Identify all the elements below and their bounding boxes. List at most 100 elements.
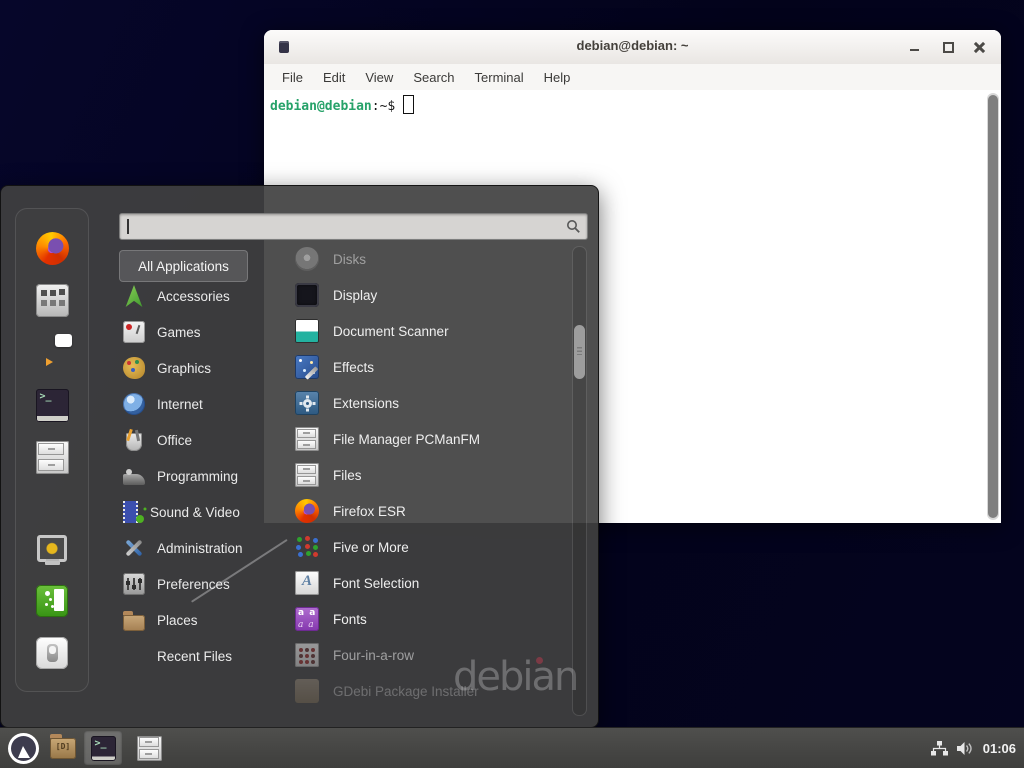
fourrow-icon	[295, 643, 319, 667]
category-label: Programming	[157, 469, 238, 484]
taskbar: 01:06	[0, 727, 1024, 768]
programming-icon	[123, 474, 145, 485]
terminal-menu-search[interactable]: Search	[403, 67, 464, 88]
category-games[interactable]: Games	[113, 314, 268, 350]
category-accessories[interactable]: Accessories	[113, 278, 268, 314]
app-gdebi-package-installer[interactable]: GDebi Package Installer	[289, 673, 567, 709]
terminal-menu-file[interactable]: File	[272, 67, 313, 88]
shutdown-icon	[36, 637, 68, 669]
app-display[interactable]: Display	[289, 277, 567, 313]
favorite-package-manager[interactable]	[34, 282, 70, 318]
favorites-sidebar	[15, 208, 89, 692]
volume-icon[interactable]	[957, 741, 974, 756]
category-label: Accessories	[157, 289, 230, 304]
app-five-or-more[interactable]: Five or More	[289, 529, 567, 565]
pidgin-icon	[36, 337, 69, 370]
app-disks[interactable]: Disks	[289, 241, 567, 277]
games-icon	[123, 321, 145, 343]
app-four-in-a-row[interactable]: Four-in-a-row	[289, 637, 567, 673]
terminal-scrollbar-thumb[interactable]	[988, 95, 998, 518]
menu-scrollbar[interactable]	[572, 246, 587, 716]
category-label: Sound & Video	[150, 505, 240, 520]
app-label: File Manager PCManFM	[333, 432, 480, 447]
minimize-button[interactable]	[904, 36, 926, 58]
shutdown-button[interactable]	[34, 635, 70, 671]
logout-button[interactable]	[34, 583, 70, 619]
lockmon-icon	[36, 533, 68, 565]
category-recent-files[interactable]: Recent Files	[113, 638, 268, 674]
category-label: Office	[157, 433, 192, 448]
taskbar-files[interactable]	[130, 731, 168, 765]
favorite-terminal[interactable]	[34, 387, 70, 423]
terminal-menu-edit[interactable]: Edit	[313, 67, 355, 88]
app-effects[interactable]: Effects	[289, 349, 567, 385]
logout-icon	[36, 585, 68, 617]
terminal-menu-view[interactable]: View	[355, 67, 403, 88]
cabinet-icon	[36, 441, 69, 474]
taskbar-terminal[interactable]	[84, 731, 122, 765]
effects-icon	[295, 355, 319, 379]
docscan-icon	[295, 319, 319, 343]
favorite-pidgin[interactable]	[34, 335, 70, 371]
category-programming[interactable]: Programming	[113, 458, 268, 494]
app-label: GDebi Package Installer	[333, 684, 479, 699]
maximize-button[interactable]	[937, 36, 959, 58]
app-label: Firefox ESR	[333, 504, 406, 519]
menu-launcher-button[interactable]	[4, 731, 42, 765]
terminal-icon	[91, 736, 116, 761]
terminal-menu-terminal[interactable]: Terminal	[465, 67, 534, 88]
category-preferences[interactable]: Preferences	[113, 566, 268, 602]
display-icon	[295, 283, 319, 307]
system-tray: 01:06	[931, 728, 1016, 768]
lock-screen-button[interactable]	[34, 531, 70, 567]
category-graphics[interactable]: Graphics	[113, 350, 268, 386]
favorite-file-manager[interactable]	[34, 439, 70, 475]
cabinet-icon	[295, 427, 319, 451]
soundvideo-icon	[123, 501, 138, 523]
close-button[interactable]	[969, 36, 991, 58]
prompt-suffix: :~$	[372, 99, 395, 114]
app-file-manager-pcmanfm[interactable]: File Manager PCManFM	[289, 421, 567, 457]
fontsel-icon	[295, 571, 319, 595]
category-label: Internet	[157, 397, 203, 412]
search-box[interactable]	[119, 213, 588, 240]
taskbar-file-manager[interactable]	[44, 731, 82, 765]
menu-scrollbar-thumb[interactable]	[574, 325, 585, 379]
category-places[interactable]: Places	[113, 602, 268, 638]
app-files[interactable]: Files	[289, 457, 567, 493]
terminal-icon	[36, 389, 69, 422]
app-label: Four-in-a-row	[333, 648, 414, 663]
folder-icon	[50, 738, 76, 759]
app-label: Files	[333, 468, 362, 483]
search-input[interactable]	[128, 216, 561, 235]
start-menu: debian All Applications AccessoriesGames…	[0, 185, 599, 728]
favorite-firefox[interactable]	[34, 230, 70, 266]
app-document-scanner[interactable]: Document Scanner	[289, 313, 567, 349]
app-extensions[interactable]: Extensions	[289, 385, 567, 421]
firefox-icon	[36, 232, 69, 265]
app-fonts[interactable]: Fonts	[289, 601, 567, 637]
category-label: Games	[157, 325, 201, 340]
terminal-scrollbar[interactable]	[987, 93, 999, 520]
network-icon[interactable]	[931, 741, 948, 756]
terminal-menubar: FileEditViewSearchTerminalHelp	[264, 64, 1001, 90]
keyboard-icon	[36, 284, 69, 317]
category-administration[interactable]: Administration	[113, 530, 268, 566]
clock[interactable]: 01:06	[983, 741, 1016, 756]
app-font-selection[interactable]: Font Selection	[289, 565, 567, 601]
app-firefox-esr[interactable]: Firefox ESR	[289, 493, 567, 529]
category-list: Accessories Games Graphics Internet Office Pr…	[113, 278, 268, 674]
preferences-icon	[123, 573, 145, 595]
firefox-icon	[295, 499, 319, 523]
category-sound-video[interactable]: Sound & Video	[113, 494, 268, 530]
category-label: Recent Files	[157, 649, 232, 664]
app-label: Document Scanner	[333, 324, 449, 339]
category-internet[interactable]: Internet	[113, 386, 268, 422]
app-label: Fonts	[333, 612, 367, 627]
terminal-menu-help[interactable]: Help	[534, 67, 581, 88]
terminal-prompt: debian@debian:~$	[270, 95, 414, 114]
fonts-icon	[295, 607, 319, 631]
terminal-titlebar[interactable]: debian@debian: ~	[264, 30, 1001, 65]
terminal-title: debian@debian: ~	[264, 38, 1001, 53]
category-office[interactable]: Office	[113, 422, 268, 458]
